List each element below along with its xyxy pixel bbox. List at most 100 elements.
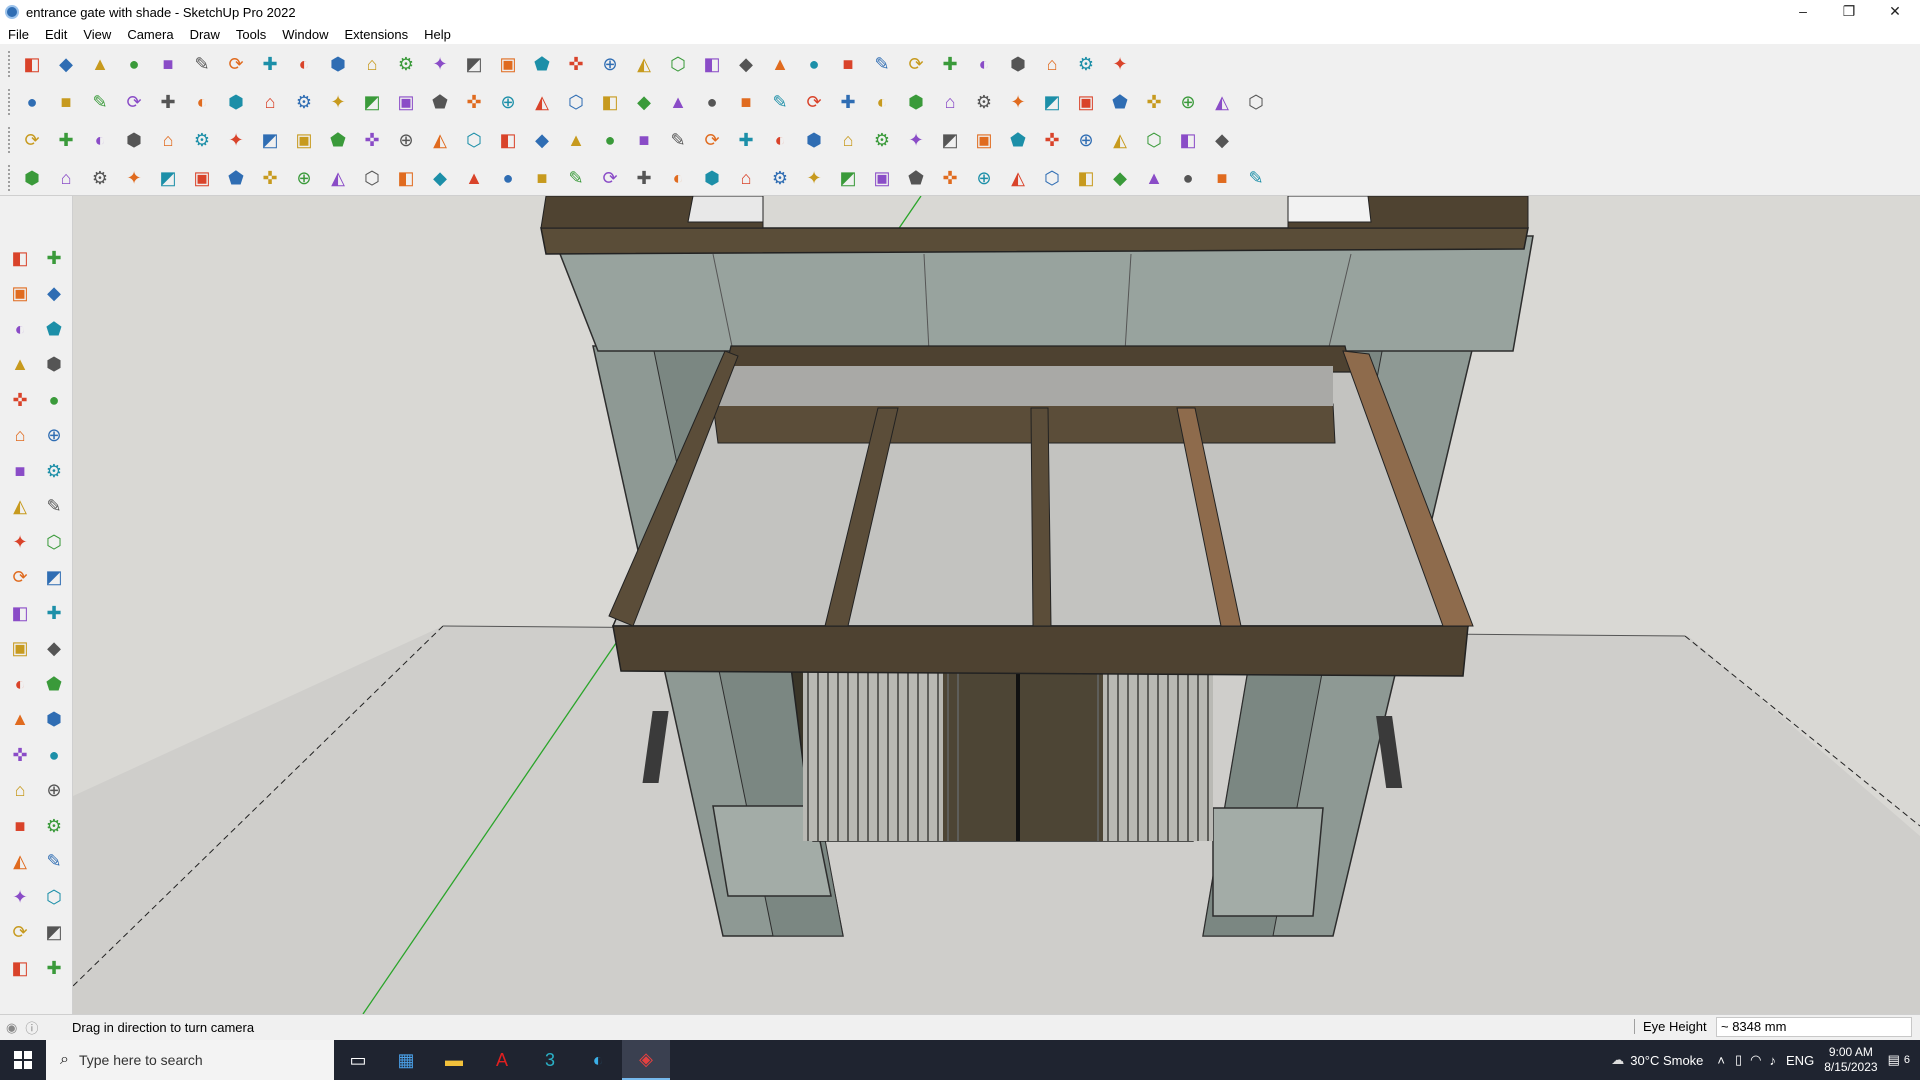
geo-location-icon[interactable]: ◉	[6, 1020, 17, 1036]
offset-tool-icon[interactable]: ✚	[40, 599, 68, 627]
rail-icon[interactable]: ■	[528, 164, 556, 192]
layer-block-icon[interactable]: ⬟	[1004, 126, 1032, 154]
warehouse-icon[interactable]: ●	[800, 50, 828, 78]
device-icon[interactable]: ▯	[1735, 1052, 1742, 1068]
tag-tool-icon[interactable]: ⬟	[40, 315, 68, 343]
weld-icon[interactable]: ✜	[358, 126, 386, 154]
lasso-icon[interactable]: ■	[154, 50, 182, 78]
offset-icon[interactable]: ⬡	[358, 164, 386, 192]
maximize-button[interactable]: ❐	[1826, 0, 1872, 22]
orbit-tool-icon[interactable]: ✚	[40, 244, 68, 272]
lasso-select-icon[interactable]: ⌂	[936, 88, 964, 116]
push-pull-tool-icon[interactable]: ⬡	[40, 528, 68, 556]
follow-me-icon[interactable]: ✚	[256, 50, 284, 78]
comb-icon[interactable]: ✎	[562, 164, 590, 192]
intersect-icon[interactable]: ⬢	[222, 88, 250, 116]
section-icon[interactable]: ◭	[630, 50, 658, 78]
chevron-up-icon[interactable]: ˄	[1717, 1053, 1725, 1068]
select-tool-icon[interactable]: ◧	[6, 244, 34, 272]
mesh-icon[interactable]: ◧	[1072, 164, 1100, 192]
bucket-icon[interactable]: ⬢	[800, 126, 828, 154]
section-cut-icon[interactable]: ⬟	[426, 88, 454, 116]
sawtooth-icon[interactable]: ▲	[1140, 164, 1168, 192]
arc-tool-icon[interactable]: ■	[6, 457, 34, 485]
magnet-icon[interactable]: ⌂	[834, 126, 862, 154]
close-button[interactable]: ✕	[1872, 0, 1918, 22]
two-point-arc-tool-icon[interactable]: ⚙	[40, 457, 68, 485]
zoom-icon[interactable]: ✜	[562, 50, 590, 78]
multi-select-icon[interactable]: ⚙	[86, 164, 114, 192]
stairs-icon[interactable]: ⬟	[1106, 88, 1134, 116]
up-down-icon[interactable]: ✚	[936, 50, 964, 78]
braid-icon[interactable]: ◆	[1106, 164, 1134, 192]
paint-tool-icon[interactable]: ⚙	[970, 88, 998, 116]
zoom-extents-icon[interactable]: ◧	[18, 50, 46, 78]
polygon-net-icon[interactable]: ■	[1208, 164, 1236, 192]
shed-icon[interactable]: ⬡	[562, 88, 590, 116]
wood-icon[interactable]: ⬟	[324, 126, 352, 154]
magic-eraser-icon[interactable]: ✦	[1004, 88, 1032, 116]
loop-icon[interactable]: ✎	[664, 126, 692, 154]
eraser-tool-icon[interactable]: ◆	[40, 280, 68, 308]
grid-square-icon[interactable]: ◭	[1106, 126, 1134, 154]
spline-icon[interactable]: ⌂	[52, 164, 80, 192]
start-button[interactable]	[0, 1040, 46, 1080]
toolbar-grip[interactable]	[8, 165, 12, 191]
solid-tools-icon[interactable]: ⟳	[120, 88, 148, 116]
loft-icon[interactable]: ▣	[188, 164, 216, 192]
tree-icon[interactable]: ●	[596, 126, 624, 154]
dots-icon[interactable]: ⬡	[1140, 126, 1168, 154]
explode-icon[interactable]: ◩	[936, 126, 964, 154]
position-camera-icon[interactable]: ◭	[6, 848, 34, 876]
link-icon[interactable]: ⟳	[698, 126, 726, 154]
stripe-icon[interactable]: ✜	[936, 164, 964, 192]
ellipse-icon[interactable]: ⟳	[800, 88, 828, 116]
protractor-tool-icon[interactable]: ◐	[6, 670, 34, 698]
hip-icon[interactable]: ◐	[86, 126, 114, 154]
menu-help[interactable]: Help	[416, 27, 459, 42]
arc-icon[interactable]: ◐	[868, 88, 896, 116]
chart-block-icon[interactable]: ⚙	[868, 126, 896, 154]
warning-icon[interactable]: ■	[630, 126, 658, 154]
language-indicator[interactable]: ENG	[1786, 1053, 1814, 1068]
tile-icon[interactable]: ✜	[1038, 126, 1066, 154]
rectangle-tool-icon[interactable]: ✜	[6, 386, 34, 414]
box-icon[interactable]: ●	[18, 88, 46, 116]
pie-tool-icon[interactable]: ◭	[6, 493, 34, 521]
add-cross-icon[interactable]: ◧	[494, 126, 522, 154]
network-icon[interactable]: ◠	[1750, 1052, 1761, 1068]
scale-tool-icon[interactable]: ◧	[6, 599, 34, 627]
window-icon[interactable]: ◭	[1208, 88, 1236, 116]
paint-bucket-tool-icon[interactable]: ▣	[6, 280, 34, 308]
text-label-icon[interactable]: ⬢	[120, 126, 148, 154]
toolbar-grip[interactable]	[8, 89, 12, 115]
texture-icon[interactable]: ⬡	[1242, 88, 1270, 116]
paint-icon[interactable]: ◩	[460, 50, 488, 78]
move-tool-icon[interactable]: ✦	[6, 528, 34, 556]
menu-file[interactable]: File	[0, 27, 37, 42]
scenes-icon[interactable]: ◆	[732, 50, 760, 78]
lattice-icon[interactable]: ✎	[1242, 164, 1270, 192]
undo-icon[interactable]: ⌂	[1038, 50, 1066, 78]
freehand-tool-icon[interactable]: ⬢	[40, 351, 68, 379]
taskbar-search[interactable]: ⌕ Type here to search	[46, 1040, 334, 1080]
weather-icon[interactable]: ☁	[1611, 1052, 1624, 1068]
measurements-input[interactable]: ~ 8348 mm	[1716, 1017, 1912, 1037]
group-icon[interactable]: ✎	[86, 88, 114, 116]
rotate-tool-icon[interactable]: ⟳	[6, 564, 34, 592]
section-display-icon[interactable]: ⟳	[6, 919, 34, 947]
tape-measure-tool-icon[interactable]: ▣	[6, 635, 34, 663]
orbit-view-icon[interactable]: ✜	[6, 741, 34, 769]
select-icon[interactable]: ◆	[52, 50, 80, 78]
spring-icon[interactable]: ✦	[222, 126, 250, 154]
edge-browser-icon[interactable]: ◐	[574, 1040, 622, 1080]
deform-icon[interactable]: ◐	[664, 164, 692, 192]
layers-display-icon[interactable]: ◧	[6, 954, 34, 982]
bridge-icon[interactable]: ⚙	[766, 164, 794, 192]
curve-icon[interactable]: ●	[698, 88, 726, 116]
zoom-window-view-icon[interactable]: ⊕	[40, 777, 68, 805]
three-point-arc-tool-icon[interactable]: ✎	[40, 493, 68, 521]
credits-icon[interactable]: ⓘ	[25, 1018, 38, 1037]
clock[interactable]: 9:00 AM 8/15/2023	[1824, 1045, 1877, 1075]
union-icon[interactable]: ✚	[154, 88, 182, 116]
